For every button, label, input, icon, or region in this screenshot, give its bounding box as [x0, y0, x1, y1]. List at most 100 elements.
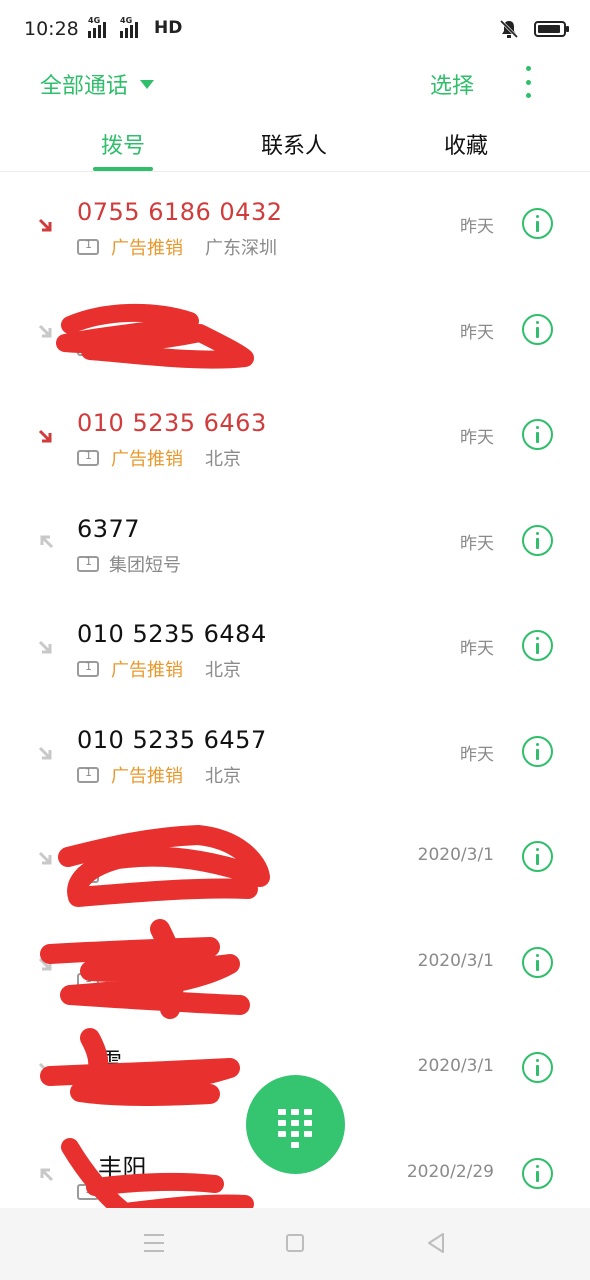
select-button[interactable]: 选择: [430, 68, 474, 100]
sim-1-icon: [77, 1077, 99, 1094]
incoming-call-icon: [38, 1062, 52, 1076]
info-icon[interactable]: [522, 1052, 553, 1083]
sim-1-icon: [77, 866, 99, 883]
battery-icon: [534, 21, 569, 37]
call-log-row[interactable]: 昨天: [0, 278, 590, 384]
call-log-list[interactable]: 0755 6186 0432 广告推销 广东深圳 昨天 昨天 010 5235 …: [0, 172, 590, 1208]
call-time: 2020/3/1: [417, 950, 494, 971]
call-filter-label: 全部通话: [40, 74, 129, 99]
caller-location: 北京: [205, 660, 241, 681]
sim-1-icon: [77, 339, 99, 356]
call-details: 集团短号: [77, 551, 181, 577]
tab-contacts[interactable]: 联系人: [261, 128, 327, 160]
call-time: 昨天: [460, 322, 494, 343]
network-type-label: 4G: [120, 16, 133, 25]
back-icon[interactable]: [426, 1232, 446, 1254]
sim-1-icon: [77, 1183, 99, 1200]
home-icon[interactable]: [286, 1234, 304, 1252]
call-time: 2020/3/1: [417, 1056, 494, 1076]
signal-icon: 4G: [88, 16, 110, 38]
call-details: 广告推销 北京: [77, 762, 241, 788]
call-details: 广告推销 广东深圳: [77, 234, 277, 260]
redaction-scribble: [40, 1028, 240, 1106]
sim-1-icon: [77, 449, 99, 466]
caller-location: 北京: [205, 449, 241, 470]
info-icon[interactable]: [522, 208, 553, 239]
caller-number: 0755 6186 0432: [77, 198, 283, 226]
call-log-row[interactable]: 2020/3/1: [0, 805, 590, 911]
incoming-call-icon: [38, 957, 52, 970]
call-log-row[interactable]: 6377 集团短号 昨天: [0, 489, 590, 595]
incoming-call-icon: [38, 851, 52, 865]
dialpad-icon: [278, 1109, 312, 1148]
more-options-icon[interactable]: [518, 66, 538, 98]
caller-number: 010 5235 6463: [77, 409, 267, 437]
tab-bar: 拨号 联系人 收藏: [0, 118, 590, 172]
call-log-row[interactable]: 010 5235 6463 广告推销 北京 昨天: [0, 383, 590, 489]
redaction-scribble: [58, 825, 270, 907]
tab-favorites[interactable]: 收藏: [444, 128, 488, 160]
recent-apps-icon[interactable]: [144, 1234, 164, 1252]
call-log-row[interactable]: 010 5235 6484 广告推销 北京 昨天: [0, 594, 590, 700]
caller-number: 010 5235 6457: [77, 725, 267, 754]
info-icon[interactable]: [522, 735, 553, 767]
caller-location: 北京: [205, 765, 241, 787]
status-right: [498, 18, 569, 40]
signal-indicators: 4G 4G HD: [88, 16, 183, 38]
call-details: [77, 1183, 99, 1200]
sim-1-icon: [77, 238, 99, 255]
sim-1-icon: [77, 766, 99, 783]
call-time: 昨天: [460, 217, 494, 237]
call-details: 广告推销 北京: [77, 445, 241, 471]
call-details: [77, 972, 99, 989]
caller-location: 广东深圳: [205, 238, 277, 259]
signal-icon: 4G: [120, 16, 142, 38]
call-log-row[interactable]: 010 5235 6457 广告推销 北京 昨天: [0, 700, 590, 806]
call-time: 昨天: [460, 639, 494, 659]
call-details: [77, 866, 99, 883]
system-nav-bar: [0, 1208, 590, 1280]
spam-tag: 广告推销: [111, 765, 183, 787]
caller-name: 雷: [98, 1048, 123, 1076]
call-time: 2020/3/1: [417, 845, 494, 865]
info-icon[interactable]: [522, 841, 553, 872]
status-time: 10:28: [24, 18, 79, 40]
sim-1-icon: [77, 555, 99, 572]
caller-name: 丰阳: [98, 1153, 147, 1182]
spam-tag: 广告推销: [111, 660, 183, 681]
spam-tag: 广告推销: [111, 449, 183, 470]
missed-call-icon: [38, 218, 52, 232]
call-log-row[interactable]: 0755 6186 0432 广告推销 广东深圳 昨天: [0, 172, 590, 278]
outgoing-call-icon: [40, 535, 54, 548]
info-icon[interactable]: [522, 419, 553, 450]
tab-dialer[interactable]: 拨号: [101, 128, 145, 160]
outgoing-call-icon: [40, 1168, 54, 1181]
active-tab-indicator: [93, 167, 153, 171]
missed-call-icon: [38, 429, 52, 443]
sim-1-icon: [77, 660, 99, 677]
info-icon[interactable]: [522, 946, 553, 978]
spam-tag: 广告推销: [111, 238, 183, 259]
call-time: 昨天: [460, 533, 494, 554]
silent-bell-icon: [499, 19, 519, 39]
dialpad-fab-button[interactable]: [246, 1075, 345, 1174]
caller-location: 集团短号: [109, 554, 181, 576]
call-filter-dropdown[interactable]: 全部通话: [40, 68, 155, 100]
call-time: 昨天: [460, 744, 494, 765]
info-icon[interactable]: [522, 524, 553, 556]
sim-1-icon: [77, 972, 99, 989]
call-details: [77, 1077, 99, 1094]
status-bar: 10:28 4G 4G HD: [0, 0, 590, 60]
call-details: 广告推销 北京: [77, 656, 241, 682]
info-icon[interactable]: [522, 630, 553, 661]
app-header: 全部通话 选择: [0, 60, 590, 110]
caller-number: 6377: [77, 514, 141, 543]
call-details: [77, 339, 99, 356]
call-time: 2020/2/29: [406, 1161, 494, 1182]
redaction-scribble: [40, 918, 250, 1019]
hd-voice-label: HD: [154, 18, 183, 38]
call-log-row[interactable]: 2020/3/1: [0, 911, 590, 1019]
info-icon[interactable]: [522, 313, 553, 345]
info-icon[interactable]: [522, 1157, 553, 1189]
outgoing-call-icon: [38, 324, 52, 337]
